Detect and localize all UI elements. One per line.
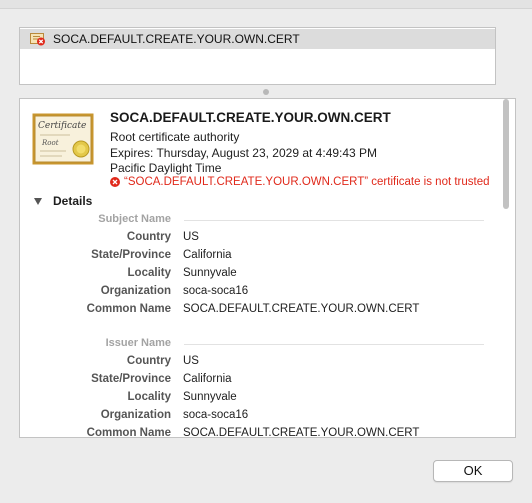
subject-locality-value: Sunnyvale [183,267,237,279]
issuer-name-divider [184,344,484,345]
window-top-bar [0,0,532,9]
issuer-locality-value: Sunnyvale [183,391,237,403]
ok-button[interactable]: OK [433,460,513,482]
issuer-common-name-value: SOCA.DEFAULT.CREATE.YOUR.OWN.CERT [183,427,420,438]
split-view-handle[interactable] [263,89,269,95]
issuer-locality-label: Locality [127,391,171,403]
disclosure-triangle-icon [34,197,42,205]
certificate-list-item-label: SOCA.DEFAULT.CREATE.YOUR.OWN.CERT [53,32,300,46]
subject-organization-label: Organization [100,285,171,297]
subject-common-name-value: SOCA.DEFAULT.CREATE.YOUR.OWN.CERT [183,303,420,315]
issuer-state-value: California [183,373,232,385]
certificate-image-caption-top: Certificate [38,121,86,131]
details-toggle-label: Details [53,194,93,208]
certificate-image: Certificate Root [32,113,94,165]
issuer-organization-label: Organization [100,409,171,421]
scrollbar-thumb[interactable] [503,99,509,209]
subject-organization-value: soca-soca16 [183,285,249,297]
subject-common-name-label: Common Name [86,303,171,315]
subject-name-heading: Subject Name [98,213,171,225]
trust-status: “SOCA.DEFAULT.CREATE.YOUR.OWN.CERT” cert… [110,176,490,188]
certificate-title: SOCA.DEFAULT.CREATE.YOUR.OWN.CERT [110,110,391,125]
issuer-country-label: Country [126,355,171,367]
issuer-organization-value: soca-soca16 [183,409,249,421]
certificate-list-item[interactable]: SOCA.DEFAULT.CREATE.YOUR.OWN.CERT [20,29,495,49]
subject-state-value: California [183,249,232,261]
subject-country-label: Country [126,231,171,243]
subject-name-divider [184,220,484,221]
subject-locality-label: Locality [127,267,171,279]
certificate-image-caption-bottom: Root [41,139,59,147]
certificate-list[interactable]: SOCA.DEFAULT.CREATE.YOUR.OWN.CERT [19,27,496,85]
certificate-type: Root certificate authority [110,130,240,144]
issuer-state-label: State/Province [91,373,171,385]
trust-status-text: “SOCA.DEFAULT.CREATE.YOUR.OWN.CERT” cert… [124,176,490,188]
certificate-expiration: Expires: Thursday, August 23, 2029 at 4:… [110,146,378,175]
issuer-common-name-label: Common Name [86,427,171,438]
error-icon [110,177,120,187]
issuer-name-heading: Issuer Name [105,337,171,349]
certificate-invalid-icon [30,32,46,46]
certificate-detail-pane[interactable]: Certificate Root SOCA.DEFAULT.CREATE.YOU… [19,98,516,438]
subject-state-label: State/Province [91,249,171,261]
issuer-country-value: US [183,355,199,367]
details-disclosure-toggle[interactable]: Details [34,194,92,208]
subject-country-value: US [183,231,199,243]
